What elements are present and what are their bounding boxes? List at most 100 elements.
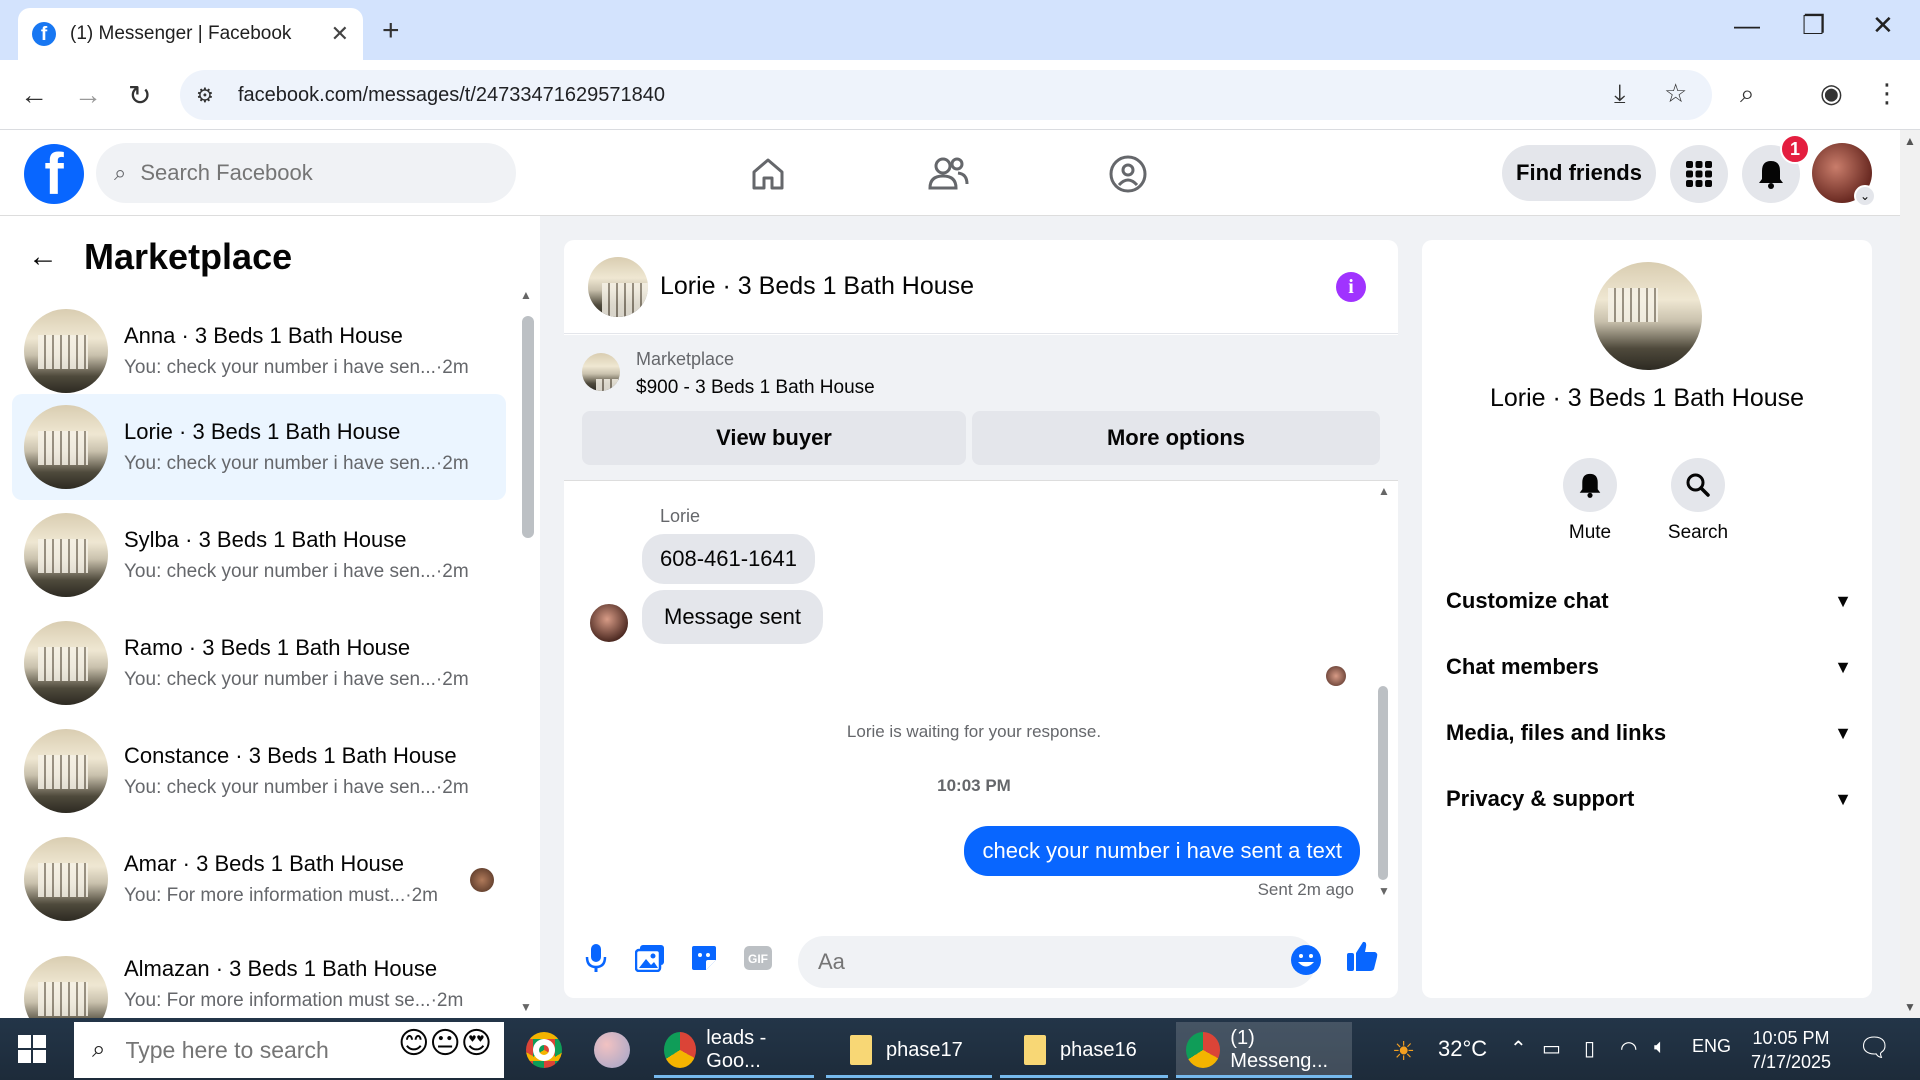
notification-center-icon[interactable]: 🗨︎	[1858, 1032, 1891, 1063]
read-receipt-avatar	[1326, 666, 1346, 686]
gif-icon[interactable]: GIF	[740, 940, 776, 976]
chat-item-preview: You: For more information must se...·2m	[124, 990, 464, 1011]
section-customize-chat[interactable]: Customize chat ▼	[1446, 576, 1852, 626]
message-input-box[interactable]	[798, 936, 1316, 988]
photo-icon[interactable]	[632, 940, 668, 976]
sticker-icon[interactable]	[686, 940, 722, 976]
back-arrow-icon[interactable]: ←	[28, 240, 58, 274]
battery-icon[interactable]: ▭	[1542, 1036, 1561, 1061]
url-omnibox[interactable]: ⚙ facebook.com/messages/t/24733471629571…	[180, 70, 1712, 120]
listing-house-avatar[interactable]	[588, 256, 648, 317]
marketplace-listing-bar: Marketplace $900 - 3 Beds 1 Bath House V…	[564, 335, 1398, 481]
incoming-message-bubble[interactable]: Message sent	[642, 590, 823, 644]
chat-item-almazan[interactable]: Almazan · 3 Beds 1 Bath House You: For m…	[12, 934, 506, 1018]
browser-tab-bar: f (1) Messenger | Facebook ✕ + — ❐ ✕	[0, 0, 1920, 60]
scroll-up-arrow-icon[interactable]: ▲	[1378, 484, 1390, 498]
search-label: Search	[1667, 522, 1729, 543]
page-scrollbar[interactable]: ▲ ▼	[1900, 130, 1920, 1018]
home-icon[interactable]	[744, 150, 792, 198]
weather-temperature[interactable]: 32°C	[1438, 1036, 1487, 1062]
forward-icon[interactable]: →	[74, 79, 102, 111]
incoming-message-bubble[interactable]: 608-461-1641	[642, 534, 816, 584]
language-indicator[interactable]: ENG	[1692, 1036, 1731, 1057]
microphone-icon[interactable]	[578, 940, 614, 976]
emoji-icon[interactable]	[1288, 942, 1324, 978]
taskbar-app-phase16[interactable]: phase16	[1000, 1022, 1168, 1078]
volume-icon[interactable]: 🔈︎	[1654, 1036, 1666, 1059]
taskbar-search-input[interactable]	[125, 1036, 366, 1064]
find-friends-button[interactable]: Find friends	[1502, 145, 1656, 201]
listing-house-avatar	[24, 621, 108, 705]
chrome-taskbar-icon[interactable]	[516, 1022, 572, 1078]
mute-button[interactable]: Mute	[1540, 458, 1640, 544]
scroll-down-arrow-icon[interactable]: ▼	[1904, 1000, 1916, 1014]
scroll-down-arrow-icon[interactable]: ▼	[1378, 884, 1390, 898]
system-clock[interactable]: 10:05 PM 7/17/2025	[1742, 1026, 1840, 1074]
scroll-down-arrow-icon[interactable]: ▼	[520, 1000, 532, 1014]
paint-app-taskbar-icon[interactable]	[584, 1022, 640, 1078]
section-privacy-support[interactable]: Privacy & support ▼	[1446, 774, 1852, 824]
chat-list-scrollbar[interactable]	[522, 316, 534, 538]
chat-item-sylba[interactable]: Sylba · 3 Beds 1 Bath House You: check y…	[12, 502, 506, 608]
message-input[interactable]	[818, 949, 1258, 975]
taskbar-app-leads[interactable]: leads - Goo...	[654, 1022, 814, 1078]
section-title: Chat members	[1446, 654, 1599, 679]
wifi-icon[interactable]: ◠	[1620, 1036, 1637, 1061]
install-app-icon[interactable]: ⤓	[1614, 78, 1626, 110]
chat-item-name: Ramo · 3 Beds 1 Bath House	[124, 635, 411, 660]
chat-item-amar[interactable]: Amar · 3 Beds 1 Bath House You: For more…	[12, 826, 506, 932]
sender-avatar[interactable]	[588, 602, 630, 644]
windows-start-icon[interactable]	[18, 1035, 46, 1068]
chrome-menu-icon[interactable]: ⋮	[1874, 78, 1900, 109]
chat-item-constance[interactable]: Constance · 3 Beds 1 Bath House You: che…	[12, 718, 506, 824]
thumbs-up-icon[interactable]	[1344, 938, 1380, 974]
taskbar-search[interactable]: ⌕ 😊😐😍	[74, 1022, 504, 1078]
menu-grid-icon[interactable]	[1670, 145, 1728, 203]
thread-scrollbar[interactable]	[1378, 686, 1388, 880]
back-icon[interactable]: ←	[20, 79, 48, 111]
conversation-title[interactable]: Lorie · 3 Beds 1 Bath House	[660, 272, 974, 301]
info-icon[interactable]: i	[1336, 272, 1366, 302]
groups-icon[interactable]	[1104, 150, 1152, 198]
new-tab-button[interactable]: +	[382, 14, 400, 48]
url-text: facebook.com/messages/t/2473347162957184…	[238, 83, 665, 106]
message-thread: ▲ Lorie 608-461-1641 Message sent Lorie …	[564, 482, 1398, 908]
chat-item-name: Sylba · 3 Beds 1 Bath House	[124, 527, 407, 552]
chat-item-anna[interactable]: Anna · 3 Beds 1 Bath House You: check yo…	[12, 298, 506, 404]
weather-icon[interactable]: ☀	[1392, 1036, 1415, 1067]
section-chat-members[interactable]: Chat members ▼	[1446, 642, 1852, 692]
message-timestamp: 10:03 PM	[937, 776, 1011, 795]
sent-status: Sent 2m ago	[1257, 880, 1354, 899]
taskbar-app-phase17[interactable]: phase17	[826, 1022, 992, 1078]
section-media-files-links[interactable]: Media, files and links ▼	[1446, 708, 1852, 758]
restore-icon[interactable]: ❐	[1802, 10, 1825, 41]
facebook-search-input[interactable]	[140, 160, 481, 186]
reload-icon[interactable]: ↻	[128, 79, 151, 112]
chat-item-lorie[interactable]: Lorie · 3 Beds 1 Bath House You: check y…	[12, 394, 506, 500]
account-icon[interactable]: ◉	[1820, 78, 1843, 109]
site-settings-icon[interactable]: ⚙	[196, 83, 220, 107]
taskbar-app-messenger[interactable]: (1) Messeng...	[1176, 1022, 1352, 1078]
scroll-up-arrow-icon[interactable]: ▲	[520, 288, 532, 302]
minimize-icon[interactable]: —	[1734, 10, 1760, 41]
notification-count-badge: 1	[1780, 134, 1810, 164]
search-in-chat-button[interactable]: Search	[1648, 458, 1748, 544]
device-icon[interactable]: ▯	[1584, 1036, 1595, 1061]
facebook-search[interactable]: ⌕	[96, 143, 516, 203]
show-hidden-icons-icon[interactable]: ⌃	[1510, 1036, 1527, 1061]
paint-icon	[594, 1032, 630, 1068]
close-window-icon[interactable]: ✕	[1872, 10, 1894, 41]
view-buyer-button[interactable]: View buyer	[582, 411, 966, 465]
tab-search-icon[interactable]: ⌕	[1740, 78, 1755, 110]
outgoing-message-bubble[interactable]: check your number i have sent a text	[964, 826, 1360, 876]
scroll-up-arrow-icon[interactable]: ▲	[1904, 134, 1916, 148]
profile-avatar[interactable]: ⌄	[1812, 143, 1876, 207]
more-options-button[interactable]: More options	[972, 411, 1380, 465]
browser-tab-messenger[interactable]: f (1) Messenger | Facebook ✕	[18, 8, 363, 60]
chat-item-ramo[interactable]: Ramo · 3 Beds 1 Bath House You: check yo…	[12, 610, 506, 716]
close-tab-icon[interactable]: ✕	[331, 21, 349, 47]
bookmark-star-icon[interactable]: ☆	[1664, 78, 1687, 109]
facebook-logo[interactable]: f	[24, 144, 84, 204]
search-icon	[1671, 458, 1725, 512]
friends-icon[interactable]	[924, 150, 972, 198]
